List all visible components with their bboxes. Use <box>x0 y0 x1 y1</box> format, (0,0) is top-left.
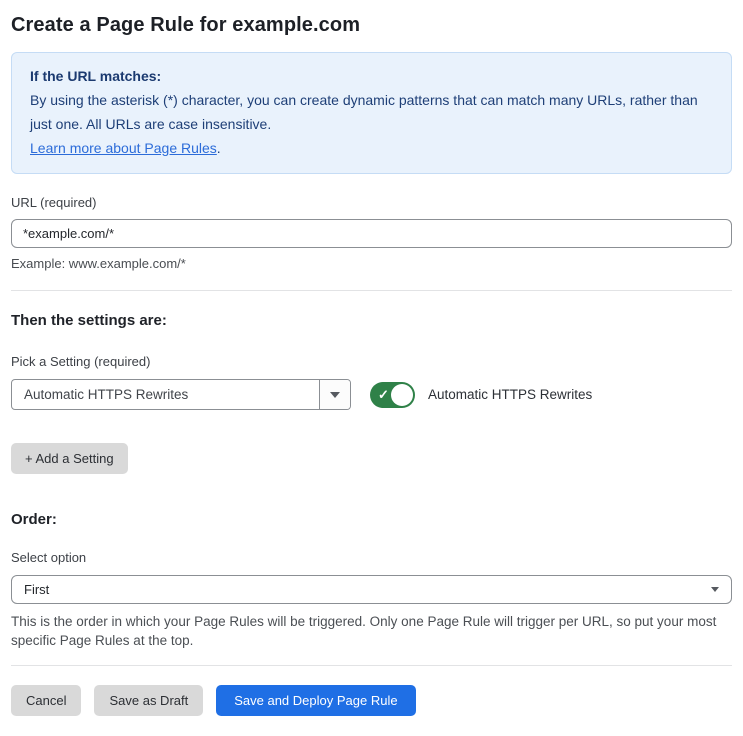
order-select-value: First <box>24 582 50 597</box>
info-box-heading: If the URL matches: <box>30 68 162 84</box>
url-matches-info-box: If the URL matches: By using the asteris… <box>11 52 732 174</box>
section-divider <box>11 290 732 291</box>
select-option-label: Select option <box>11 550 87 565</box>
url-example-helper: Example: www.example.com/* <box>11 256 186 271</box>
url-input[interactable] <box>11 219 732 248</box>
setting-dropdown-arrow-button[interactable] <box>319 380 350 409</box>
check-icon: ✓ <box>378 386 389 402</box>
select-caret-icon <box>711 587 719 592</box>
order-section-heading: Order: <box>11 511 57 528</box>
footer-divider <box>11 665 732 666</box>
toggle-knob <box>391 383 413 406</box>
info-box-body-text: By using the asterisk (*) character, you… <box>30 92 698 132</box>
url-field-label: URL (required) <box>11 195 97 210</box>
add-setting-button[interactable]: + Add a Setting <box>11 443 128 474</box>
settings-section-heading: Then the settings are: <box>11 312 167 329</box>
chevron-down-icon <box>330 391 340 398</box>
cancel-button[interactable]: Cancel <box>11 685 82 716</box>
setting-dropdown-value: Automatic HTTPS Rewrites <box>24 387 189 402</box>
order-helper-text: This is the order in which your Page Rul… <box>11 614 717 648</box>
setting-row: Automatic HTTPS Rewrites ✓ Automatic HTT… <box>11 379 732 410</box>
footer-actions: Cancel Save as Draft Save and Deploy Pag… <box>11 685 732 716</box>
learn-more-link[interactable]: Learn more about Page Rules <box>30 140 217 156</box>
order-select[interactable]: First <box>11 575 732 604</box>
setting-dropdown[interactable]: Automatic HTTPS Rewrites <box>11 379 351 410</box>
https-rewrites-toggle[interactable]: ✓ <box>370 381 415 408</box>
create-page-rule-form: Create a Page Rule for example.com If th… <box>0 0 743 736</box>
page-title: Create a Page Rule for example.com <box>11 14 361 36</box>
save-draft-button[interactable]: Save as Draft <box>94 685 204 716</box>
link-period: . <box>216 140 221 156</box>
info-box-body: By using the asterisk (*) character, you… <box>30 88 713 136</box>
save-deploy-button[interactable]: Save and Deploy Page Rule <box>216 685 416 716</box>
toggle-label: Automatic HTTPS Rewrites <box>428 387 593 402</box>
info-box-link-line: Learn more about Page Rules. <box>30 136 713 160</box>
pick-setting-label: Pick a Setting (required) <box>11 354 151 369</box>
